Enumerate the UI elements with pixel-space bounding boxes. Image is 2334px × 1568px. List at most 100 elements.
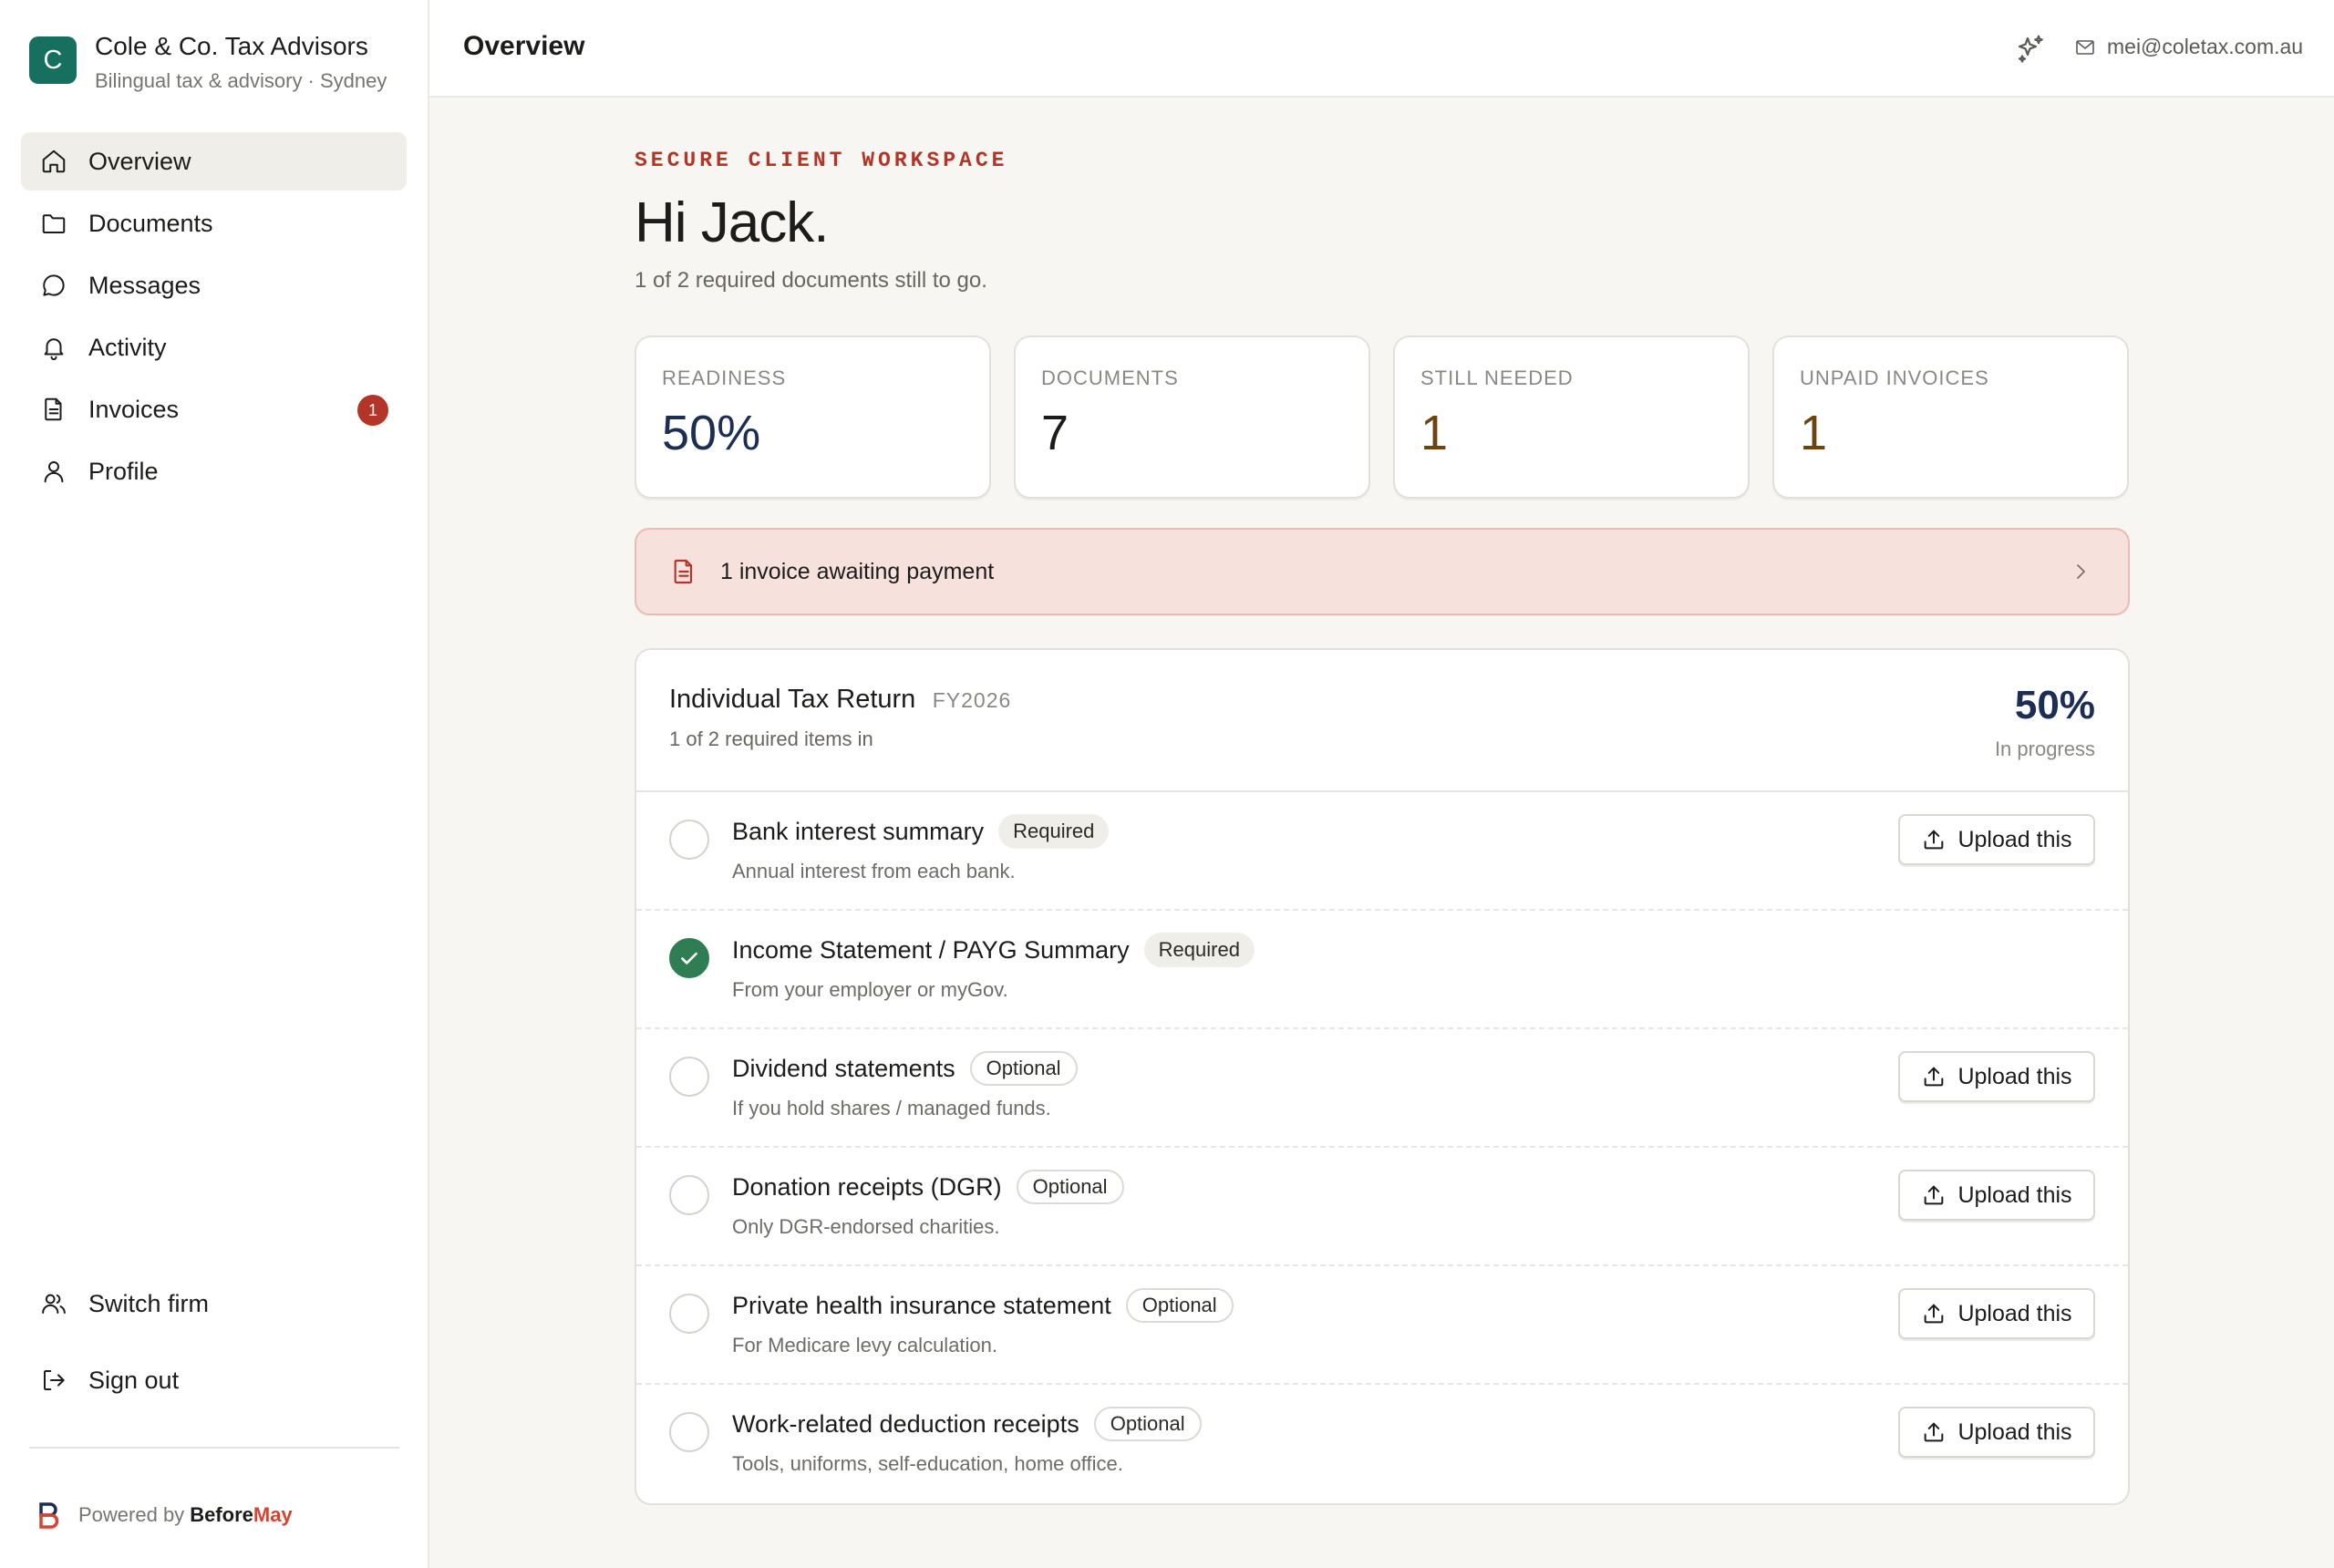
nav-label: Sign out: [88, 1366, 180, 1394]
nav-label: Overview: [88, 147, 191, 175]
nav-label: Activity: [88, 333, 167, 361]
powered-by: Powered by BeforeMay: [36, 1501, 293, 1530]
user-icon: [39, 457, 68, 486]
item-description: Only DGR-endorsed charities.: [732, 1215, 1000, 1238]
nav-item-invoices[interactable]: Invoices 1: [21, 380, 407, 438]
users-icon: [39, 1289, 68, 1318]
item-checkbox[interactable]: [669, 1412, 709, 1452]
nav-item-activity[interactable]: Activity: [21, 318, 407, 377]
item-title: Income Statement / PAYG Summary: [732, 935, 1130, 964]
stat-label: DOCUMENTS: [1041, 366, 1179, 389]
tax-return-header: Individual Tax Return FY2026 1 of 2 requ…: [636, 650, 2128, 792]
document-icon: [39, 395, 68, 424]
upload-button[interactable]: Upload this: [1898, 1051, 2095, 1102]
upload-icon: [1925, 1304, 1944, 1324]
item-title: Work-related deduction receipts: [732, 1409, 1079, 1438]
invoices-count-badge: 1: [357, 395, 388, 426]
stat-label: UNPAID INVOICES: [1800, 366, 1989, 389]
tax-return-percent: 50%: [2014, 683, 2095, 727]
checkmark-icon: [681, 952, 697, 965]
stat-value: 1: [1420, 406, 1449, 460]
required-tag: Required: [1143, 933, 1255, 967]
nav-item-messages[interactable]: Messages: [21, 256, 407, 315]
tax-return-subtitle: 1 of 2 required items in: [669, 727, 873, 750]
upload-button[interactable]: Upload this: [1898, 1288, 2095, 1339]
main-content: SECURE CLIENT WORKSPACE Hi Jack. 1 of 2 …: [635, 98, 2130, 1505]
item-checkbox[interactable]: [669, 1057, 709, 1097]
item-checkbox[interactable]: [669, 1294, 709, 1334]
optional-tag: Optional: [969, 1051, 1078, 1086]
beforemay-logo-icon: [39, 1502, 59, 1529]
nav-label: Invoices: [88, 395, 180, 423]
firm-logo: C: [29, 36, 77, 84]
upload-icon: [1925, 1185, 1944, 1205]
optional-tag: Optional: [1093, 1407, 1202, 1441]
stat-label: STILL NEEDED: [1420, 366, 1574, 389]
greeting-heading: Hi Jack.: [635, 191, 829, 254]
upload-button[interactable]: Upload this: [1898, 814, 2095, 865]
alert-text: 1 invoice awaiting payment: [720, 558, 995, 584]
item-checkbox-checked[interactable]: [669, 938, 709, 978]
nav-item-overview[interactable]: Overview: [21, 132, 407, 191]
progress-subline: 1 of 2 required documents still to go.: [635, 268, 987, 293]
upload-icon: [1925, 1422, 1944, 1442]
stat-value: 50%: [662, 406, 761, 460]
upload-button-label: Upload this: [1957, 1063, 2072, 1089]
tax-return-status: In progress: [1994, 738, 2095, 760]
firm-name: Cole & Co. Tax Advisors: [95, 32, 368, 60]
item-description: For Medicare levy calculation.: [732, 1334, 998, 1357]
bell-icon: [39, 333, 68, 362]
invoice-document-icon: [674, 559, 693, 584]
folder-icon: [39, 209, 68, 238]
tax-return-title: Individual Tax Return: [669, 685, 916, 714]
item-checkbox[interactable]: [669, 1175, 709, 1215]
sidebar-divider: [29, 1447, 399, 1449]
item-description: Tools, uniforms, self-education, home of…: [732, 1452, 1123, 1475]
powered-by-brand-a: Before: [190, 1503, 253, 1526]
item-title: Donation receipts (DGR): [732, 1172, 1002, 1201]
chat-bubble-icon: [39, 271, 68, 300]
checklist-item: Dividend statements Optional If you hold…: [636, 1029, 2128, 1148]
nav-label: Documents: [88, 209, 213, 237]
nav-label: Profile: [88, 457, 159, 485]
upload-icon: [1925, 1067, 1944, 1087]
nav-item-profile[interactable]: Profile: [21, 442, 407, 500]
checklist-item: Donation receipts (DGR) Optional Only DG…: [636, 1148, 2128, 1266]
sparkle-icon[interactable]: [2014, 33, 2047, 66]
required-tag: Required: [998, 814, 1110, 849]
checklist-item: Income Statement / PAYG Summary Required…: [636, 911, 2128, 1029]
switch-firm-button[interactable]: Switch firm: [21, 1274, 407, 1333]
firm-subtitle: Bilingual tax & advisory · Sydney: [95, 69, 387, 92]
chevron-right-icon: [2077, 564, 2085, 579]
checklist-item: Bank interest summary Required Annual in…: [636, 792, 2128, 911]
stat-value: 1: [1800, 406, 1828, 460]
sidebar-footer-nav: Switch firm Sign out: [21, 1274, 407, 1428]
item-description: From your employer or myGov.: [732, 978, 1008, 1001]
item-checkbox[interactable]: [669, 820, 709, 860]
checklist-item: Work-related deduction receipts Optional…: [636, 1385, 2128, 1503]
nav-label: Messages: [88, 271, 201, 299]
upload-button-label: Upload this: [1957, 1181, 2072, 1208]
upload-button[interactable]: Upload this: [1898, 1407, 2095, 1458]
upload-button[interactable]: Upload this: [1898, 1170, 2095, 1221]
upload-button-label: Upload this: [1957, 1300, 2072, 1326]
email-label: mei@coletax.com.au: [2107, 35, 2304, 58]
sign-out-button[interactable]: Sign out: [21, 1351, 407, 1409]
account-email[interactable]: mei@coletax.com.au: [2074, 35, 2303, 59]
item-description: If you hold shares / managed funds.: [732, 1097, 1051, 1119]
main-nav: Overview Documents Messages Activity Inv…: [21, 132, 407, 504]
firm-brand[interactable]: C Cole & Co. Tax Advisors Bilingual tax …: [29, 31, 396, 95]
nav-item-documents[interactable]: Documents: [21, 194, 407, 253]
nav-label: Switch firm: [88, 1289, 210, 1317]
page-title: Overview: [463, 31, 585, 61]
stats-row: READINESS 50% DOCUMENTS 7 STILL NEEDED 1…: [635, 335, 2130, 499]
tax-return-card: Individual Tax Return FY2026 1 of 2 requ…: [635, 648, 2130, 1505]
stat-value: 7: [1041, 406, 1069, 460]
optional-tag: Optional: [1016, 1170, 1124, 1204]
mail-icon: [2076, 39, 2094, 55]
checklist-item: Private health insurance statement Optio…: [636, 1266, 2128, 1385]
workspace-eyebrow: SECURE CLIENT WORKSPACE: [635, 149, 1008, 172]
optional-tag: Optional: [1125, 1288, 1234, 1323]
item-title: Private health insurance statement: [732, 1291, 1111, 1319]
invoice-alert-banner[interactable]: 1 invoice awaiting payment: [635, 528, 2130, 615]
